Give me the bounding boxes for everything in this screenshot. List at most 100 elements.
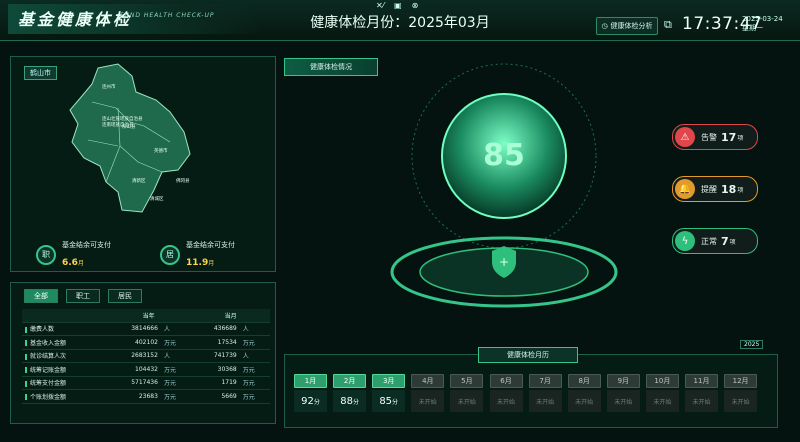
region-label: 连州市 <box>102 83 116 90</box>
month-cell[interactable]: 4月未开始 <box>411 374 445 412</box>
table-row: 个账划拨金额 23683 万元 5669 万元 <box>22 389 270 404</box>
map-region-tag[interactable]: 鹤山市 <box>24 66 57 80</box>
month-name: 12月 <box>724 374 758 388</box>
year-unit: 万元 <box>160 335 192 350</box>
month-value: 未开始 <box>575 398 594 406</box>
table-row: 基金收入金额 402102 万元 17534 万元 <box>22 335 270 350</box>
analysis-button-label: 健康体检分析 <box>610 22 653 30</box>
stat-resident: 居 基金结余可支付 11.9月 <box>160 240 235 269</box>
year-value: 5717436 <box>106 376 161 390</box>
month-value: 1719 <box>191 376 240 390</box>
bell-icon: 🔔 <box>675 179 695 199</box>
row-label-text: 统筹记账金额 <box>30 366 67 374</box>
month-unit: 分 <box>313 398 320 406</box>
alert-label: 正常 <box>701 236 717 246</box>
alert-unit: 项 <box>737 134 744 142</box>
stat-label: 基金结余可支付 <box>62 241 111 249</box>
month-value: 30368 <box>191 362 240 377</box>
table-row: 就诊结算人次 2683152 人 741739 人 <box>22 349 270 363</box>
month-cell[interactable]: 1月 92 分 <box>294 374 327 412</box>
score-visual: + <box>390 63 618 308</box>
table-header-year: 当年 <box>106 309 192 323</box>
month-cell[interactable]: 8月 未开始 <box>567 374 601 412</box>
tab-all[interactable]: 全部 <box>24 289 58 303</box>
resident-icon: 居 <box>160 244 180 265</box>
month-name: 6月 <box>489 374 523 388</box>
month-value: 未开始 <box>496 398 515 406</box>
month-value: 85 <box>379 395 393 407</box>
year-unit: 万元 <box>160 362 192 377</box>
year-badge[interactable]: 2025 <box>740 340 764 349</box>
month-value: 5669 <box>191 389 240 404</box>
month-cell[interactable]: 12月未开始 <box>724 374 758 412</box>
month-cell[interactable]: 10月未开始 <box>645 374 679 412</box>
year-value: 3814666 <box>106 322 161 336</box>
row-label: 个账划拨金额 <box>22 389 106 404</box>
month-score: 未开始 <box>450 390 484 412</box>
table-header-blank <box>22 309 106 323</box>
month-value: 17534 <box>191 335 240 350</box>
bolt-icon: ϟ <box>675 231 695 251</box>
month-value: 436689 <box>191 322 240 336</box>
stat-employee-text: 基金结余可支付 6.6月 <box>62 240 111 269</box>
stat-value: 11.9 <box>186 258 209 268</box>
health-analysis-button[interactable]: ◷ 健康体检分析 <box>596 17 658 35</box>
calendar-title: 健康体检月历 <box>478 347 578 363</box>
year-unit: 人 <box>160 322 192 336</box>
table-header-row: 当年 当月 <box>22 309 270 323</box>
app-title: 基金健康体检 <box>18 10 133 29</box>
month-cell[interactable]: 2月 88 分 <box>333 374 367 412</box>
row-label: 就诊结算人次 <box>22 349 106 363</box>
month-name: 10月 <box>645 374 679 388</box>
alert-pill-1[interactable]: 🔔 提醒 18 项 <box>672 176 758 202</box>
month-cell[interactable]: 5月 未开始 <box>450 374 484 412</box>
alert-unit: 项 <box>729 238 736 246</box>
row-marker <box>25 326 27 333</box>
month-score: 88 分 <box>333 390 367 412</box>
alert-label: 告警 <box>701 132 717 142</box>
month-name: 1月 <box>294 374 327 388</box>
month-unit: 人 <box>239 349 270 363</box>
month-score: 未开始 <box>411 390 445 412</box>
copy-icon[interactable]: ⧉ <box>664 18 672 32</box>
month-score: 未开始 <box>489 390 523 412</box>
month-cell[interactable]: 11月 未开始 <box>685 374 718 412</box>
screen-icon[interactable]: ▣ <box>394 1 402 11</box>
month-score: 未开始 <box>724 390 758 412</box>
month-name: 9月 <box>606 374 640 388</box>
row-label: 基金收入金额 <box>22 335 106 350</box>
alert-pill-2[interactable]: ϟ 正常 7 项 <box>672 228 758 254</box>
clock-date: 2025-03-24 星期一 <box>742 15 783 33</box>
month-cell[interactable]: 6月未开始 <box>489 374 523 412</box>
region-label: 英德市 <box>154 147 168 154</box>
month-cell[interactable]: 3月 85 分 <box>372 374 406 412</box>
stat-employee: 职 基金结余可支付 6.6月 <box>36 240 111 269</box>
row-marker <box>25 380 27 387</box>
pin-icon[interactable]: ✕⁄ <box>376 1 384 11</box>
month-unit: 分 <box>352 398 359 406</box>
month-cell[interactable]: 9月 未开始 <box>606 374 640 412</box>
clock-icon: ◷ <box>601 22 608 30</box>
alert-pill-0[interactable]: ⚠ 告警 17 项 <box>672 124 758 150</box>
stat-unit: 月 <box>208 260 215 267</box>
month-name: 7月 <box>528 374 562 388</box>
month-value: 未开始 <box>653 398 672 406</box>
tab-employee[interactable]: 职工 <box>66 289 100 303</box>
month-unit: 人 <box>239 322 270 336</box>
close-icon[interactable]: ⊗ <box>412 1 419 11</box>
region-label: 连山壮族瑶族自治县 <box>102 115 143 122</box>
month-name: 4月 <box>411 374 445 388</box>
table-row: 统筹记账金额 104432 万元 30368 万元 <box>22 362 270 377</box>
month-cell[interactable]: 7月 未开始 <box>528 374 562 412</box>
month-unit: 分 <box>392 398 399 406</box>
row-marker <box>25 340 27 347</box>
region-map[interactable]: 连州市 连山壮族瑶族自治县 连南瑶族自治县 阳山县 英德市 清新区 佛冈县 清城… <box>58 62 218 222</box>
region-label: 清城区 <box>150 195 164 202</box>
month-value: 未开始 <box>731 398 750 406</box>
row-label-text: 缴费人数 <box>30 326 55 334</box>
stat-label: 基金结余可支付 <box>186 241 235 249</box>
tab-resident[interactable]: 居民 <box>108 289 142 303</box>
weekday-text: 星期一 <box>742 24 763 32</box>
fund-table: 当年 当月 缴费人数 3814666 人 436689 人基金收入金额 402102 万元 1… <box>22 309 270 404</box>
month-score: 85 分 <box>372 390 406 412</box>
